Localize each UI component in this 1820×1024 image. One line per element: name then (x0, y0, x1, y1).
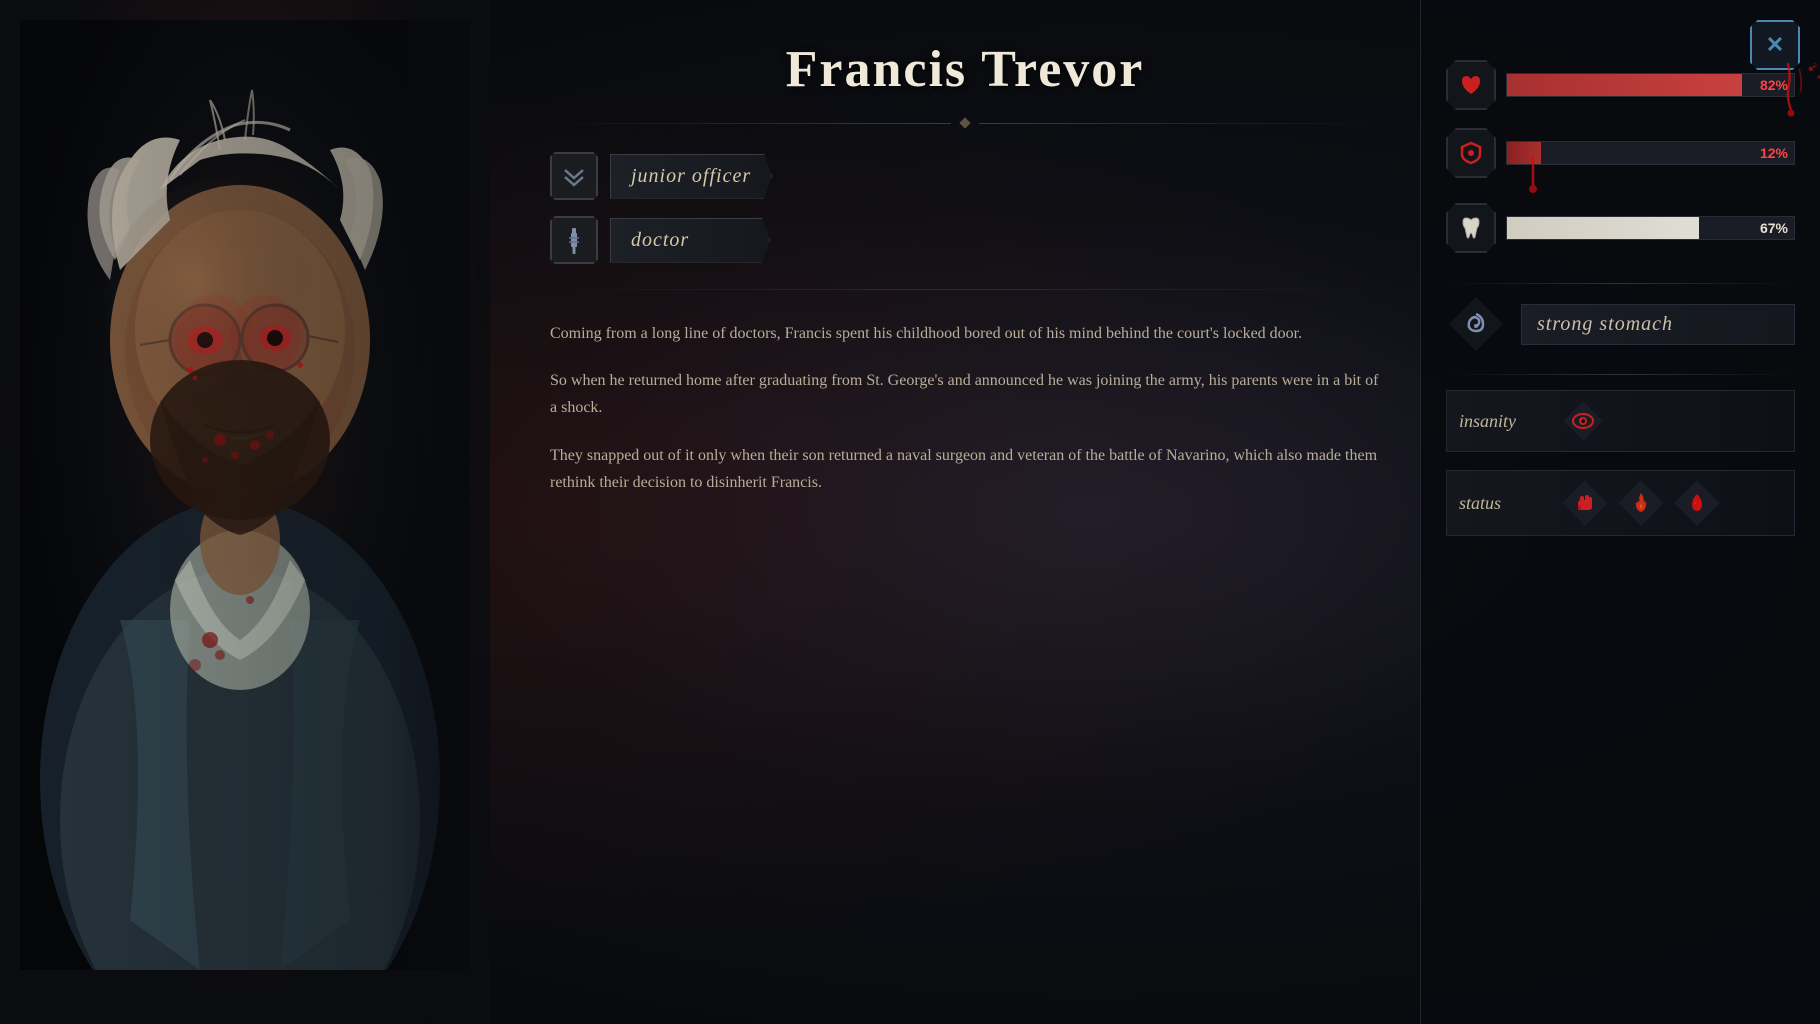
fist-icon (1572, 490, 1598, 516)
main-content: Francis Trevor junior officer (490, 0, 1440, 1024)
shield-bar-bg: 12% (1506, 141, 1795, 165)
fist-status-icon (1561, 479, 1609, 527)
tooth-icon-box (1446, 203, 1496, 253)
insanity-divider (1446, 374, 1795, 375)
bio-paragraph-1: Coming from a long line of doctors, Fran… (550, 320, 1380, 347)
eye-icon (1571, 409, 1595, 433)
trait-section-divider (1446, 283, 1795, 284)
shield-icon-box (1446, 128, 1496, 178)
insanity-icon (1561, 399, 1605, 443)
blood-drop-icon (1684, 490, 1710, 516)
tooth-bar-bg: 67% (1506, 216, 1795, 240)
trait-icon-box (1446, 294, 1506, 354)
morale-bar-container: 67% (1446, 203, 1795, 253)
tag-rank: junior officer (550, 152, 1380, 200)
blood-status-icon (1673, 479, 1721, 527)
flame-icon (1628, 490, 1654, 516)
shield-bar-container: 12% (1446, 128, 1795, 178)
flame-status-icon (1617, 479, 1665, 527)
health-value: 82% (1760, 77, 1788, 93)
bio-paragraph-3: They snapped out of it only when their s… (550, 442, 1380, 496)
shield-icon (1458, 140, 1484, 166)
trait-strong-stomach: strong stomach (1446, 294, 1795, 354)
tooth-value: 67% (1760, 220, 1788, 236)
stats-panel: ✕ 82% (1420, 0, 1820, 1024)
role-label: doctor (610, 218, 770, 263)
health-icon-box (1446, 60, 1496, 110)
title-divider (550, 119, 1380, 127)
swirl-icon (1461, 309, 1491, 339)
syringe-icon (562, 226, 586, 254)
close-icon: ✕ (1766, 34, 1784, 56)
shield-value: 12% (1760, 145, 1788, 161)
insanity-label: insanity (1459, 411, 1549, 432)
close-button[interactable]: ✕ (1750, 20, 1800, 70)
bio-section: Coming from a long line of doctors, Fran… (550, 320, 1380, 496)
tooth-bar-wrap: 67% (1506, 216, 1795, 240)
shield-bar-wrap: 12% (1506, 141, 1795, 165)
tag-role: doctor (550, 216, 1380, 264)
heart-icon (1458, 72, 1484, 98)
status-label: status (1459, 493, 1549, 514)
tags-section: junior officer doctor (550, 152, 1380, 264)
bio-divider (550, 289, 1380, 290)
health-bar-fill (1507, 74, 1742, 96)
role-icon-box (550, 216, 598, 264)
health-bar-bg: 82% (1506, 73, 1795, 97)
shield-drip (1521, 155, 1546, 200)
divider-diamond (959, 117, 970, 128)
character-name: Francis Trevor (550, 40, 1380, 99)
trait-label-box: strong stomach (1521, 304, 1795, 345)
health-bar-container: 82% (1446, 60, 1795, 110)
bio-paragraph-2: So when he returned home after graduatin… (550, 367, 1380, 421)
status-row: status (1446, 470, 1795, 536)
character-portrait (20, 20, 470, 970)
trait-name: strong stomach (1537, 313, 1673, 336)
rank-icon-box (550, 152, 598, 200)
health-bar-wrap: 82% (1506, 73, 1795, 97)
portrait-area (0, 0, 490, 1024)
tooth-icon (1458, 215, 1484, 241)
tooth-bar-fill (1507, 217, 1699, 239)
chevrons-icon (560, 162, 588, 190)
status-icons-group (1561, 479, 1721, 527)
insanity-row: insanity (1446, 390, 1795, 452)
rank-label: junior officer (610, 154, 772, 199)
